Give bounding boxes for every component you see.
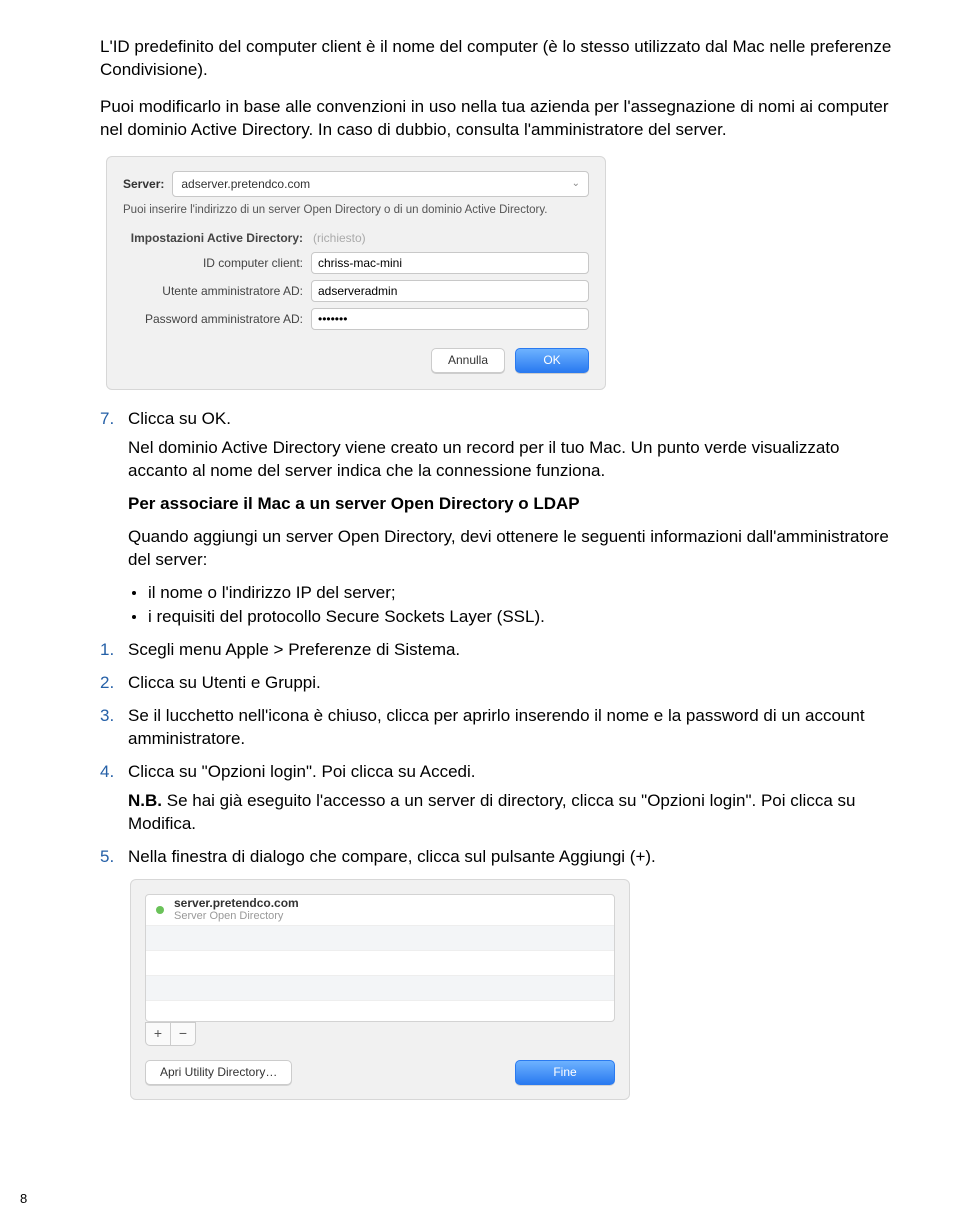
client-id-input[interactable] [311,252,589,274]
list-row-empty [146,951,614,976]
ad-dialog: Server: adserver.pretendco.com ⌄ Puoi in… [106,156,606,390]
step-number: 3. [100,705,114,728]
page-number: 8 [20,1190,27,1208]
list-row-empty [146,926,614,951]
bullet-item: i requisiti del protocollo Secure Socket… [128,606,902,629]
step-note: N.B. Se hai già eseguito l'accesso a un … [128,790,902,836]
add-button[interactable]: + [145,1022,171,1046]
admin-pass-input[interactable] [311,308,589,330]
client-id-label: ID computer client: [123,255,311,271]
step-number: 7. [100,408,114,431]
step-text: Scegli menu Apple > Preferenze di Sistem… [128,640,460,659]
ad-settings-label: Impostazioni Active Directory: [123,230,311,246]
status-dot-icon [156,906,164,914]
step-number: 5. [100,846,114,869]
remove-button[interactable]: − [171,1022,196,1046]
intro-p2: Puoi modificarlo in base alle convenzion… [100,96,902,142]
server-name: server.pretendco.com [174,897,299,910]
admin-user-input[interactable] [311,280,589,302]
server-dropdown[interactable]: adserver.pretendco.com ⌄ [172,171,589,197]
server-list-item[interactable]: server.pretendco.com Server Open Directo… [146,895,614,926]
server-value: adserver.pretendco.com [181,176,310,192]
ok-button[interactable]: OK [515,348,589,373]
open-directory-utility-button[interactable]: Apri Utility Directory… [145,1060,292,1085]
step7-result: Nel dominio Active Directory viene creat… [128,437,902,483]
chevron-down-icon: ⌄ [572,177,580,191]
list-row-empty [146,1001,614,1022]
directory-dialog: server.pretendco.com Server Open Directo… [130,879,630,1100]
cancel-button[interactable]: Annulla [431,348,505,373]
bullet-item: il nome o l'indirizzo IP del server; [128,582,902,605]
step7-subtext: Quando aggiungi un server Open Directory… [128,526,902,572]
step-text: Clicca su Utenti e Gruppi. [128,673,321,692]
admin-user-label: Utente amministratore AD: [123,283,311,299]
done-button[interactable]: Fine [515,1060,615,1085]
step-text: Nella finestra di dialogo che compare, c… [128,847,656,866]
admin-pass-label: Password amministratore AD: [123,311,311,327]
step-number: 4. [100,761,114,784]
list-row-empty [146,976,614,1001]
ad-settings-value: (richiesto) [311,230,366,246]
intro-p1: L'ID predefinito del computer client è i… [100,36,902,82]
step7-text: Clicca su OK. [128,409,231,428]
step-text: Clicca su "Opzioni login". Poi clicca su… [128,762,476,781]
step7-subheading: Per associare il Mac a un server Open Di… [128,493,902,516]
step-text: Se il lucchetto nell'icona è chiuso, cli… [128,706,865,748]
server-label: Server: [123,176,164,192]
server-list: server.pretendco.com Server Open Directo… [145,894,615,1022]
step-number: 2. [100,672,114,695]
server-note: Puoi inserire l'indirizzo di un server O… [123,203,589,218]
step-number: 1. [100,639,114,662]
server-type: Server Open Directory [174,910,299,922]
